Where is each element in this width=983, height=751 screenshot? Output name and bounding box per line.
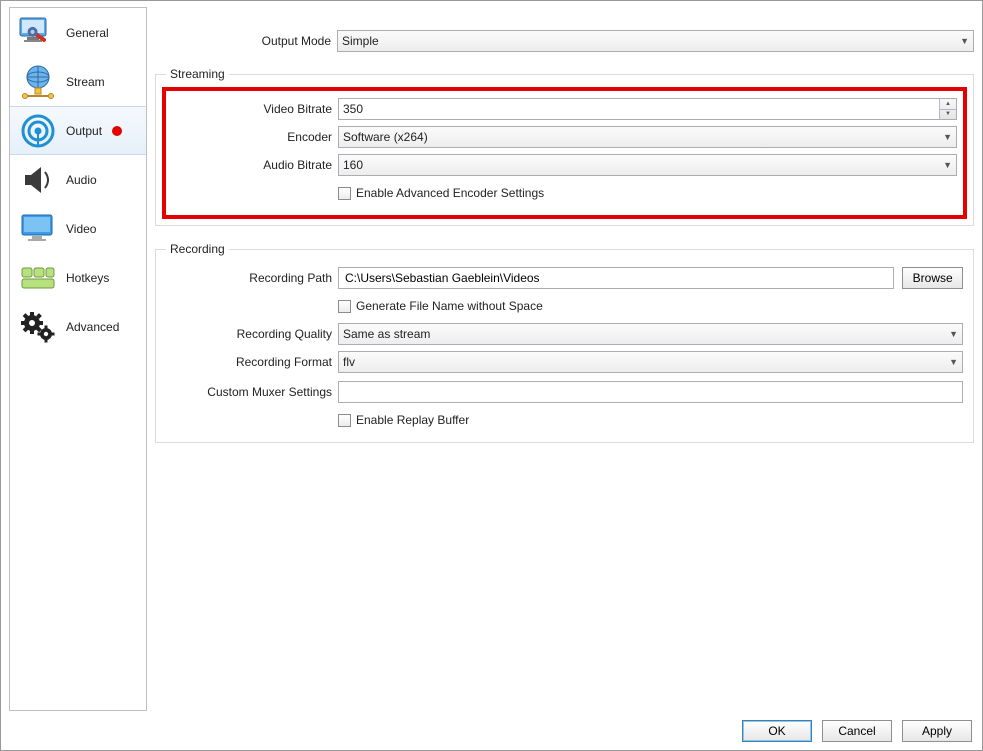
ok-button[interactable]: OK — [742, 720, 812, 742]
browse-button[interactable]: Browse — [902, 267, 963, 289]
chevron-down-icon: ▼ — [949, 357, 958, 367]
enable-advanced-encoder-label: Enable Advanced Encoder Settings — [356, 186, 544, 200]
recording-format-label: Recording Format — [166, 355, 338, 369]
encoder-select[interactable]: Software (x264) ▼ — [338, 126, 957, 148]
recording-path-label: Recording Path — [166, 271, 338, 285]
sidebar-item-label: General — [66, 26, 109, 40]
sidebar-item-label: Output — [66, 124, 102, 138]
checkbox-box-icon — [338, 300, 351, 313]
recording-quality-select[interactable]: Same as stream ▼ — [338, 323, 963, 345]
settings-sidebar: General Stream — [9, 7, 147, 711]
cancel-button[interactable]: Cancel — [822, 720, 892, 742]
keyboard-icon — [18, 259, 58, 297]
custom-muxer-input[interactable] — [338, 381, 963, 403]
apply-button[interactable]: Apply — [902, 720, 972, 742]
chevron-down-icon: ▼ — [949, 329, 958, 339]
sidebar-item-output[interactable]: Output — [10, 106, 146, 155]
sidebar-item-hotkeys[interactable]: Hotkeys — [10, 253, 146, 302]
sidebar-item-general[interactable]: General — [10, 8, 146, 57]
chevron-down-icon: ▼ — [960, 36, 969, 46]
sidebar-item-label: Video — [66, 222, 96, 236]
enable-advanced-encoder-checkbox[interactable]: Enable Advanced Encoder Settings — [338, 186, 544, 200]
encoder-label: Encoder — [166, 130, 338, 144]
checkbox-box-icon — [338, 187, 351, 200]
gears-icon — [18, 308, 58, 346]
audio-bitrate-label: Audio Bitrate — [166, 158, 338, 172]
dialog-footer: OK Cancel Apply — [742, 720, 972, 742]
sidebar-item-audio[interactable]: Audio — [10, 155, 146, 204]
enable-replay-buffer-checkbox[interactable]: Enable Replay Buffer — [338, 413, 469, 427]
recording-path-value[interactable] — [343, 268, 889, 288]
recording-legend: Recording — [166, 242, 229, 256]
sidebar-item-stream[interactable]: Stream — [10, 57, 146, 106]
spin-up-icon[interactable]: ▲ — [940, 99, 956, 110]
audio-bitrate-select[interactable]: 160 ▼ — [338, 154, 957, 176]
output-mode-label: Output Mode — [155, 34, 337, 48]
annotation-highlight: Video Bitrate 350 ▲ ▼ Encoder — [162, 87, 967, 219]
speaker-icon — [18, 161, 58, 199]
recording-quality-value: Same as stream — [343, 327, 430, 341]
video-bitrate-label: Video Bitrate — [166, 102, 338, 116]
enable-replay-buffer-label: Enable Replay Buffer — [356, 413, 469, 427]
audio-bitrate-value: 160 — [343, 158, 363, 172]
generate-filename-label: Generate File Name without Space — [356, 299, 543, 313]
sidebar-item-label: Audio — [66, 173, 97, 187]
recording-quality-label: Recording Quality — [166, 327, 338, 341]
custom-muxer-label: Custom Muxer Settings — [166, 385, 338, 399]
monitor-icon — [18, 210, 58, 248]
sidebar-item-label: Hotkeys — [66, 271, 109, 285]
spin-down-icon[interactable]: ▼ — [940, 110, 956, 120]
recording-group: Recording Recording Path Browse — [155, 242, 974, 443]
output-mode-select[interactable]: Simple ▼ — [337, 30, 974, 52]
output-mode-value: Simple — [342, 34, 379, 48]
encoder-value: Software (x264) — [343, 130, 428, 144]
monitor-wrench-icon — [18, 14, 58, 52]
custom-muxer-value[interactable] — [343, 382, 958, 402]
recording-path-input[interactable] — [338, 267, 894, 289]
chevron-down-icon: ▼ — [943, 160, 952, 170]
sidebar-item-video[interactable]: Video — [10, 204, 146, 253]
checkbox-box-icon — [338, 414, 351, 427]
video-bitrate-spinbox[interactable]: 350 ▲ ▼ — [338, 98, 957, 120]
streaming-legend: Streaming — [166, 67, 229, 81]
globe-network-icon — [18, 63, 58, 101]
sidebar-item-advanced[interactable]: Advanced — [10, 302, 146, 351]
main-content: Output Mode Simple ▼ Streaming Video Bit… — [155, 7, 974, 711]
sidebar-item-label: Stream — [66, 75, 105, 89]
streaming-group: Streaming Video Bitrate 350 ▲ ▼ — [155, 67, 974, 226]
annotation-dot-icon — [112, 126, 122, 136]
recording-format-value: flv — [343, 355, 355, 369]
generate-filename-checkbox[interactable]: Generate File Name without Space — [338, 299, 543, 313]
sidebar-item-label: Advanced — [66, 320, 119, 334]
chevron-down-icon: ▼ — [943, 132, 952, 142]
video-bitrate-value: 350 — [343, 102, 363, 116]
broadcast-icon — [18, 112, 58, 150]
recording-format-select[interactable]: flv ▼ — [338, 351, 963, 373]
